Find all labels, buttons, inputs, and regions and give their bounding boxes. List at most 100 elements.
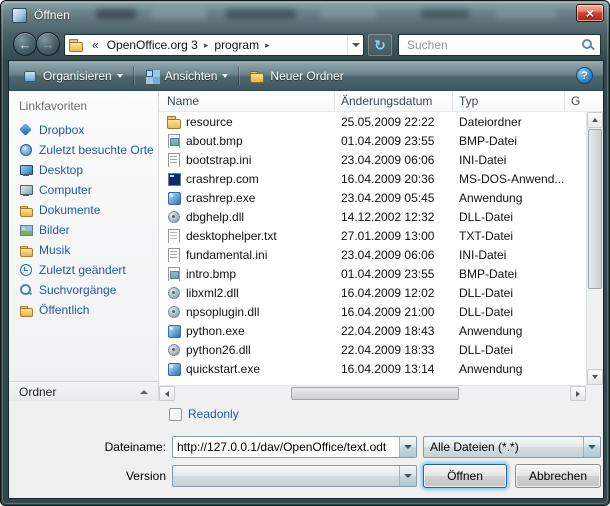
- address-folder-icon: [69, 38, 83, 52]
- open-button[interactable]: Öffnen: [423, 464, 507, 488]
- crumb-separator-icon[interactable]: ▸: [202, 40, 211, 51]
- readonly-label[interactable]: Readonly: [188, 407, 239, 421]
- forward-button[interactable]: [36, 32, 60, 56]
- scrollbar-corner: [586, 385, 603, 401]
- h-scrollbar[interactable]: [159, 385, 586, 401]
- help-button[interactable]: [576, 67, 593, 84]
- file-name: npsoplugin.dll: [186, 305, 259, 319]
- file-icon: [167, 305, 181, 319]
- sidebar-item-computer[interactable]: Computer: [9, 180, 158, 200]
- file-name: about.bmp: [186, 134, 243, 148]
- version-dropdown-button[interactable]: [399, 466, 416, 486]
- breadcrumb-collapse[interactable]: «: [88, 38, 103, 52]
- scroll-up-button[interactable]: [587, 112, 603, 128]
- chevron-down-icon: [404, 445, 412, 449]
- views-icon: [144, 69, 160, 83]
- table-row[interactable]: python.exe22.04.2009 18:43Anwendung: [159, 321, 586, 340]
- desktop-icon: [19, 163, 33, 177]
- window-title: Öffnen: [34, 8, 70, 22]
- table-row[interactable]: intro.bmp01.04.2009 23:55BMP-Datei: [159, 264, 586, 283]
- search-input[interactable]: [405, 37, 581, 53]
- table-row[interactable]: desktophelper.txt27.01.2009 13:00TXT-Dat…: [159, 226, 586, 245]
- breadcrumb-item-program[interactable]: program: [210, 38, 263, 52]
- sidebar-item-recent-places[interactable]: Zuletzt besuchte Orte: [9, 140, 158, 160]
- chevron-down-icon: [588, 445, 596, 449]
- back-button[interactable]: [13, 32, 37, 56]
- scroll-down-button[interactable]: [587, 369, 603, 385]
- table-row[interactable]: crashrep.com16.04.2009 20:36MS-DOS-Anwen…: [159, 169, 586, 188]
- sidebar-item-pictures[interactable]: Bilder: [9, 220, 158, 240]
- views-button[interactable]: Ansichten: [137, 65, 236, 87]
- arrow-down-icon: [592, 375, 598, 379]
- toolbar-separator: [133, 66, 134, 86]
- filetype-select[interactable]: Alle Dateien (*.*): [423, 436, 601, 458]
- close-button[interactable]: [576, 4, 604, 22]
- sidebar-item-desktop[interactable]: Desktop: [9, 160, 158, 180]
- table-row[interactable]: npsoplugin.dll16.04.2009 21:00DLL-Datei: [159, 302, 586, 321]
- sidebar-item-dropbox[interactable]: Dropbox: [9, 120, 158, 140]
- column-header-date[interactable]: Änderungsdatum: [335, 91, 453, 111]
- table-row[interactable]: python26.dll22.04.2009 18:33DLL-Datei: [159, 340, 586, 359]
- cancel-button[interactable]: Abbrechen: [515, 464, 601, 488]
- sidebar-item-searches[interactable]: Suchvorgänge: [9, 280, 158, 300]
- column-header-size[interactable]: G: [565, 91, 603, 111]
- file-name: bootstrap.ini: [186, 153, 251, 167]
- file-name: quickstart.exe: [186, 362, 260, 376]
- sidebar-item-documents[interactable]: Dokumente: [9, 200, 158, 220]
- file-list-area: Name Änderungsdatum Typ G resource25.05.…: [159, 91, 603, 401]
- sidebar-item-label: Öffentlich: [39, 303, 89, 317]
- sidebar-item-public[interactable]: Öffentlich: [9, 300, 158, 320]
- file-name: crashrep.com: [186, 172, 259, 186]
- refresh-button[interactable]: [368, 34, 392, 56]
- search-icon[interactable]: [581, 38, 595, 52]
- sidebar-item-label: Musik: [39, 243, 70, 257]
- address-bar[interactable]: « OpenOffice.org 3 ▸ program ▸: [64, 34, 364, 56]
- table-row[interactable]: crashrep.exe23.04.2009 05:45Anwendung: [159, 188, 586, 207]
- dialog-footer: Readonly Dateiname: Alle Dateien (*.*) V…: [9, 401, 603, 498]
- searches-icon: [19, 283, 33, 297]
- folders-toggle[interactable]: Ordner: [9, 381, 158, 401]
- table-row[interactable]: fundamental.ini23.04.2009 06:06INI-Datei: [159, 245, 586, 264]
- table-row[interactable]: dbghelp.dll14.12.2002 12:32DLL-Datei: [159, 207, 586, 226]
- table-row[interactable]: resource25.05.2009 22:22Dateiordner: [159, 112, 586, 131]
- filename-dropdown-button[interactable]: [399, 437, 416, 457]
- breadcrumb-item-openoffice[interactable]: OpenOffice.org 3: [103, 38, 202, 52]
- scroll-right-button[interactable]: [570, 386, 586, 401]
- pictures-icon: [19, 223, 33, 237]
- new-folder-button[interactable]: Neuer Ordner: [242, 65, 350, 87]
- readonly-checkbox[interactable]: [169, 408, 182, 421]
- h-scroll-thumb[interactable]: [291, 387, 459, 400]
- filename-input[interactable]: [173, 440, 399, 454]
- version-select[interactable]: [172, 465, 417, 487]
- table-row[interactable]: quickstart.exe16.04.2009 13:14Anwendung: [159, 359, 586, 378]
- table-row[interactable]: about.bmp01.04.2009 23:55BMP-Datei: [159, 131, 586, 150]
- filetype-dropdown-button[interactable]: [583, 437, 600, 457]
- new-folder-label: Neuer Ordner: [270, 69, 343, 83]
- sidebar-item-recently-changed[interactable]: Zuletzt geändert: [9, 260, 158, 280]
- window-titlebar[interactable]: Öffnen: [1, 1, 609, 31]
- table-row[interactable]: bootstrap.ini23.04.2009 06:06INI-Datei: [159, 150, 586, 169]
- file-type: Anwendung: [453, 191, 565, 205]
- search-box[interactable]: [398, 34, 601, 56]
- version-label: Version: [11, 469, 166, 483]
- file-date: 27.01.2009 13:00: [335, 229, 453, 243]
- file-type: MS-DOS-Anwend...: [453, 172, 565, 186]
- file-date: 22.04.2009 18:43: [335, 324, 453, 338]
- public-icon: [19, 303, 33, 317]
- v-scrollbar[interactable]: [586, 112, 603, 385]
- filename-combobox[interactable]: [172, 436, 417, 458]
- sidebar-item-music[interactable]: Musik: [9, 240, 158, 260]
- organize-button[interactable]: Organisieren: [15, 65, 130, 87]
- v-scroll-thumb[interactable]: [588, 129, 602, 289]
- column-header-type[interactable]: Typ: [453, 91, 565, 111]
- crumb-separator-icon[interactable]: ▸: [263, 40, 272, 51]
- address-dropdown-button[interactable]: [347, 35, 363, 55]
- file-icon: [167, 324, 181, 338]
- sidebar-header: Linkfavoriten: [9, 91, 158, 120]
- file-icon: [167, 153, 181, 167]
- scroll-left-button[interactable]: [159, 386, 175, 401]
- file-name: intro.bmp: [186, 267, 236, 281]
- organize-icon: [22, 69, 38, 83]
- column-header-name[interactable]: Name: [159, 91, 335, 111]
- table-row[interactable]: libxml2.dll16.04.2009 12:02DLL-Datei: [159, 283, 586, 302]
